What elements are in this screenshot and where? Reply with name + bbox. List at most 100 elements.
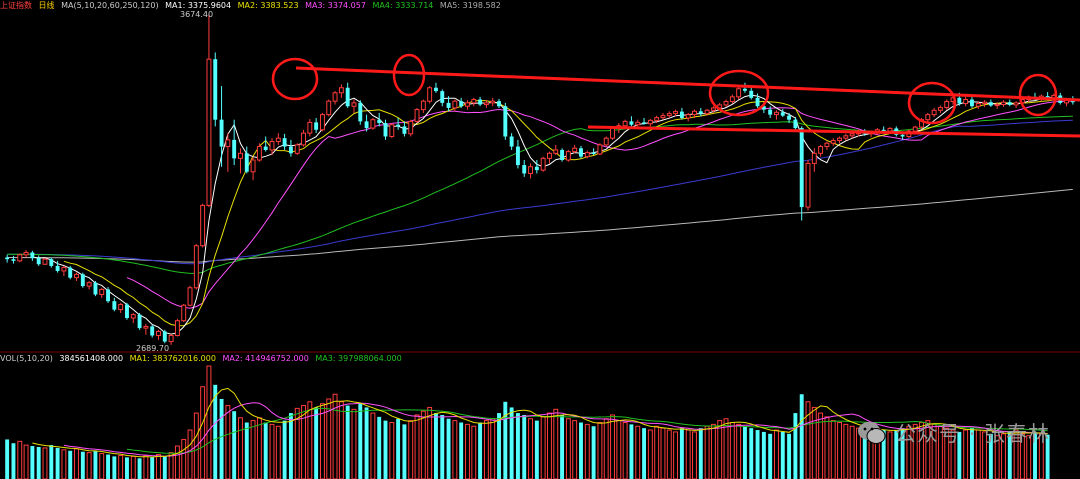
volume-bar xyxy=(560,414,565,479)
candle-body xyxy=(622,120,628,127)
candle-body xyxy=(402,126,407,134)
candle xyxy=(642,118,647,125)
candle-body xyxy=(698,111,703,114)
volume-bar xyxy=(774,429,779,479)
volume-bar xyxy=(420,410,426,479)
candle xyxy=(452,99,458,112)
volume-bar xyxy=(843,423,849,479)
candle-body xyxy=(673,111,679,115)
candle xyxy=(547,151,552,164)
volume-bar xyxy=(389,422,395,479)
candle xyxy=(193,244,199,290)
candle-body xyxy=(710,107,716,111)
volume-bar xyxy=(282,420,287,479)
candle xyxy=(402,121,407,137)
volume-bar xyxy=(351,408,357,479)
candle xyxy=(23,250,29,258)
volume-bar xyxy=(780,431,785,479)
candle-body xyxy=(654,117,660,121)
candle xyxy=(213,52,218,127)
candle xyxy=(263,136,268,152)
volume-bar xyxy=(181,438,187,479)
volume-bar xyxy=(459,422,464,479)
volume-bar xyxy=(849,425,855,479)
candle xyxy=(36,255,41,266)
candle xyxy=(168,334,174,345)
candle xyxy=(99,287,105,298)
candle xyxy=(647,119,653,127)
candle-body xyxy=(635,121,641,126)
volume-bar xyxy=(408,420,414,479)
volume-bar xyxy=(263,422,268,479)
candle xyxy=(200,203,206,248)
candle-body xyxy=(490,100,496,104)
candle-body xyxy=(982,101,988,105)
candle-body xyxy=(565,151,571,161)
candle-body xyxy=(137,314,142,329)
candle-body xyxy=(572,147,578,153)
candle xyxy=(944,99,950,110)
candle-body xyxy=(704,109,710,115)
candle-body xyxy=(503,106,508,137)
volume-bar xyxy=(36,446,41,479)
volume-bar xyxy=(647,429,653,479)
candle-body xyxy=(994,104,1000,107)
candle-body xyxy=(370,119,376,129)
candle xyxy=(603,136,609,147)
candle-body xyxy=(23,251,29,256)
candle-body xyxy=(749,90,754,98)
candle-body xyxy=(269,141,275,151)
candle-body xyxy=(679,111,684,119)
wechat-icon xyxy=(857,422,886,444)
candle xyxy=(377,112,382,127)
candle-body xyxy=(150,326,155,336)
candle-body xyxy=(957,97,962,104)
candle xyxy=(80,272,85,288)
candle-body xyxy=(547,152,552,159)
candle-body xyxy=(244,153,249,172)
volume-bar xyxy=(112,456,117,479)
candle-body xyxy=(522,165,527,174)
volume-bar xyxy=(250,420,256,479)
volume-bar xyxy=(654,425,660,479)
candle xyxy=(74,272,79,282)
candle xyxy=(723,99,729,107)
candle xyxy=(440,89,445,107)
watermark-text: 公众号 · 张春林 xyxy=(894,422,1050,446)
candle xyxy=(238,148,243,174)
volume-bar xyxy=(515,413,520,479)
candle xyxy=(515,139,520,169)
volume-bar xyxy=(534,420,539,479)
volume-bar xyxy=(622,422,628,479)
candle-body xyxy=(250,159,256,173)
candle-body xyxy=(275,137,281,143)
candle-body xyxy=(528,166,533,174)
candle-body xyxy=(811,152,817,164)
volume-bar xyxy=(837,422,842,479)
volume-bar xyxy=(370,412,376,479)
candle-body xyxy=(288,146,293,154)
candle xyxy=(988,99,993,107)
volume-bar xyxy=(503,401,508,479)
volume-bar xyxy=(579,422,583,479)
candle-body xyxy=(534,166,539,171)
volume-bar xyxy=(824,416,830,479)
candle-body xyxy=(130,314,136,319)
volume-bar xyxy=(23,444,29,479)
candle-body xyxy=(685,114,691,119)
volume-bar xyxy=(610,414,615,479)
candle xyxy=(112,297,117,312)
candle xyxy=(383,119,388,140)
ma120-line xyxy=(7,119,1073,265)
volume-bar xyxy=(80,451,85,479)
volume-bar xyxy=(61,449,67,479)
volume-bar xyxy=(446,418,451,479)
volume-bar xyxy=(679,428,684,479)
volume-bar xyxy=(603,418,609,479)
volume-bar xyxy=(156,454,161,479)
candle-body xyxy=(112,301,117,310)
candle-body xyxy=(213,59,218,120)
candle xyxy=(250,156,256,181)
candle-body xyxy=(427,87,433,102)
volume-bar xyxy=(143,454,149,479)
